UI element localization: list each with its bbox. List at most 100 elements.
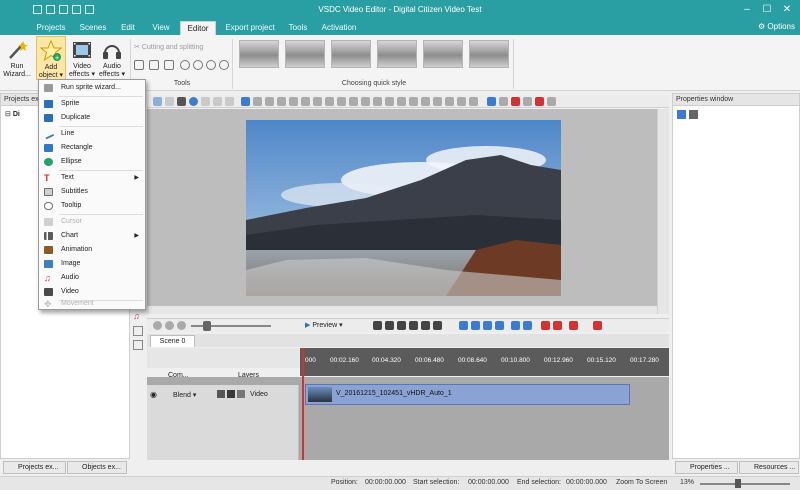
tool-icon[interactable]	[421, 97, 430, 106]
tool-icon[interactable]	[409, 97, 418, 106]
rewind-icon[interactable]	[373, 321, 382, 330]
tool-icon[interactable]	[535, 97, 544, 106]
menu-item-subtitles[interactable]: Subtitles	[39, 185, 145, 199]
menu-item-animation[interactable]: Animation	[39, 243, 145, 257]
menu-item-tooltip[interactable]: Tooltip	[39, 199, 145, 213]
tool-icon[interactable]	[213, 97, 222, 106]
tab-scenes[interactable]: Scenes	[76, 21, 110, 35]
tool-icon[interactable]	[523, 321, 532, 330]
tab-tools[interactable]: Tools	[284, 21, 312, 35]
tab-projects-explorer[interactable]: Projects ex...	[3, 461, 66, 474]
fast-forward-icon[interactable]	[421, 321, 430, 330]
lock-icon[interactable]	[227, 390, 235, 398]
tool-icon[interactable]	[265, 97, 274, 106]
tool-icon[interactable]	[241, 97, 250, 106]
audio-icon[interactable]	[217, 390, 225, 398]
run-wizard-button[interactable]: Run Wizard...	[2, 39, 32, 79]
marker-icon[interactable]	[541, 321, 550, 330]
tool-icon[interactable]	[471, 321, 480, 330]
tool-icon[interactable]	[361, 97, 370, 106]
zoom-out-icon[interactable]	[165, 321, 174, 330]
tool-icon[interactable]	[189, 97, 198, 106]
zoom-in-icon[interactable]	[153, 321, 162, 330]
tool-icon[interactable]	[277, 97, 286, 106]
vertical-scrollbar[interactable]	[657, 109, 669, 314]
effects-icon[interactable]	[219, 60, 229, 70]
tool-icon[interactable]	[511, 97, 520, 106]
tab-view[interactable]: View	[147, 21, 175, 35]
tab-export-project[interactable]: Export project	[221, 21, 279, 35]
menu-item-rectangle[interactable]: Rectangle	[39, 141, 145, 155]
close-icon[interactable]	[177, 97, 186, 106]
menu-item-line[interactable]: Line	[39, 127, 145, 141]
menu-item-ellipse[interactable]: Ellipse	[39, 155, 145, 169]
tool-icon[interactable]	[225, 97, 234, 106]
tool-icon[interactable]	[459, 321, 468, 330]
sync-icon[interactable]	[206, 60, 216, 70]
tool-icon[interactable]	[153, 97, 162, 106]
blend-select[interactable]: Blend ▾	[173, 391, 196, 399]
quick-style-thumb-3[interactable]	[331, 40, 371, 68]
marker-icon[interactable]	[569, 321, 578, 330]
scene-tab[interactable]: Scene 0	[150, 335, 195, 347]
list-icon[interactable]	[133, 326, 143, 336]
tab-edit[interactable]: Edit	[115, 21, 141, 35]
quick-style-thumb-2[interactable]	[285, 40, 325, 68]
timer-icon[interactable]	[180, 60, 190, 70]
cutting-splitting-button[interactable]: ✂ Cutting and splitting	[134, 43, 203, 51]
tool-icon[interactable]	[301, 97, 310, 106]
tool-icon[interactable]	[445, 97, 454, 106]
tool-icon[interactable]	[457, 97, 466, 106]
quick-style-thumb-6[interactable]	[469, 40, 509, 68]
music-icon[interactable]: ♫	[133, 311, 143, 321]
preview-button[interactable]: ▶ Preview ▾	[305, 320, 375, 332]
tool-icon[interactable]	[373, 97, 382, 106]
menu-item-audio[interactable]: ♫ Audio	[39, 271, 145, 285]
menu-item-image[interactable]: Image	[39, 257, 145, 271]
step-back-icon[interactable]	[385, 321, 394, 330]
tool-icon[interactable]	[349, 97, 358, 106]
tool-icon[interactable]	[469, 97, 478, 106]
step-forward-icon[interactable]	[409, 321, 418, 330]
menu-item-sprite[interactable]: Sprite	[39, 97, 145, 111]
marker-icon[interactable]	[553, 321, 562, 330]
tree-item[interactable]: ⊟ Di	[5, 110, 20, 118]
tab-resources[interactable]: Resources ...	[739, 461, 799, 474]
options-button[interactable]: ⚙ Options	[758, 22, 795, 31]
categorized-icon[interactable]	[677, 110, 686, 119]
tab-projects[interactable]: Projects	[34, 21, 68, 35]
zoom-slider-thumb[interactable]	[203, 321, 211, 331]
crop-icon[interactable]	[134, 60, 144, 70]
video-effects-button[interactable]: Video effects ▾	[68, 39, 96, 79]
resize-icon[interactable]	[149, 60, 159, 70]
tool-icon[interactable]	[523, 97, 532, 106]
quick-style-thumb-1[interactable]	[239, 40, 279, 68]
tool-icon[interactable]	[499, 97, 508, 106]
quick-style-thumb-5[interactable]	[423, 40, 463, 68]
video-clip[interactable]: V_20161215_102451_vHDR_Auto_1	[305, 384, 630, 405]
tab-properties[interactable]: Properties ...	[675, 461, 738, 474]
sort-icon[interactable]	[689, 110, 698, 119]
tool-icon[interactable]	[433, 97, 442, 106]
playhead[interactable]	[302, 348, 304, 460]
tab-editor[interactable]: Editor	[180, 21, 216, 35]
menu-item-chart[interactable]: Chart ▶	[39, 229, 145, 243]
menu-item-duplicate[interactable]: Duplicate	[39, 111, 145, 125]
tab-activation[interactable]: Activation	[318, 21, 360, 35]
horizontal-scrollbar[interactable]	[147, 306, 657, 314]
minimize-button[interactable]: –	[740, 3, 754, 17]
tool-icon[interactable]	[201, 97, 210, 106]
grid-icon[interactable]	[133, 340, 143, 350]
tab-objects-explorer[interactable]: Objects ex...	[67, 461, 127, 474]
audio-effects-button[interactable]: Audio effects ▾	[97, 39, 127, 79]
zoom-slider-thumb[interactable]	[735, 479, 741, 488]
tool-icon[interactable]	[165, 97, 174, 106]
stop-icon[interactable]	[433, 321, 442, 330]
tool-icon[interactable]	[325, 97, 334, 106]
quick-style-thumb-4[interactable]	[377, 40, 417, 68]
tool-icon[interactable]	[385, 97, 394, 106]
visibility-icon[interactable]: ◉	[150, 390, 157, 399]
tool-icon[interactable]	[313, 97, 322, 106]
zoom-to-screen-button[interactable]: Zoom To Screen	[616, 479, 667, 486]
menu-item-run-sprite-wizard[interactable]: Run sprite wizard...	[39, 81, 145, 95]
